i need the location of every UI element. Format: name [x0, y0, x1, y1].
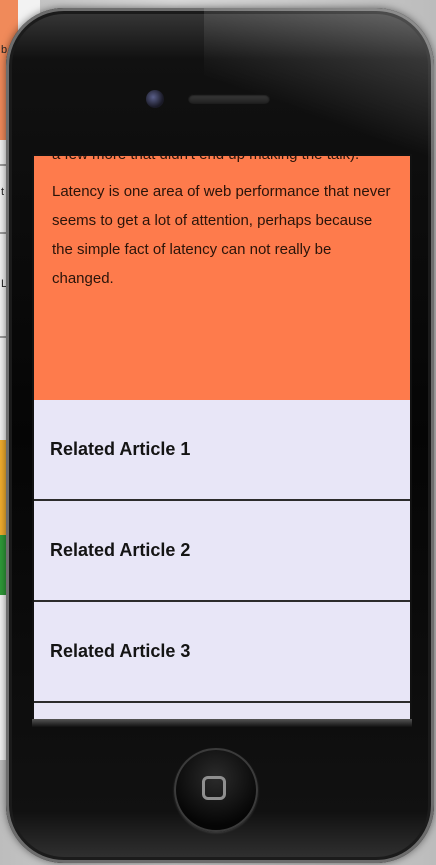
related-article-1[interactable]: Related Article 1 — [34, 400, 410, 501]
article-paragraph: a few more that didn't end up making the… — [52, 156, 392, 169]
related-article-3[interactable]: Related Article 3 — [34, 602, 410, 703]
camera-icon — [146, 90, 164, 108]
phone-screen[interactable]: a few more that didn't end up making the… — [32, 154, 412, 721]
related-article-2[interactable]: Related Article 2 — [34, 501, 410, 602]
speaker-icon — [188, 94, 270, 104]
screen-bottom-bezel — [32, 719, 412, 727]
home-icon — [202, 776, 226, 800]
background-text-fragment: t — [1, 186, 5, 198]
article-paragraph: Latency is one area of web performance t… — [52, 183, 391, 287]
article-body: a few more that didn't end up making the… — [34, 156, 410, 400]
home-button[interactable] — [174, 748, 258, 832]
related-article-label: Related Article 1 — [50, 439, 191, 459]
related-article-label: Related Article 3 — [50, 641, 191, 661]
phone-gloss — [204, 8, 434, 158]
related-article-label: Related Article 2 — [50, 540, 191, 560]
device-preview: b t L a few more that didn't end up maki… — [0, 0, 436, 865]
